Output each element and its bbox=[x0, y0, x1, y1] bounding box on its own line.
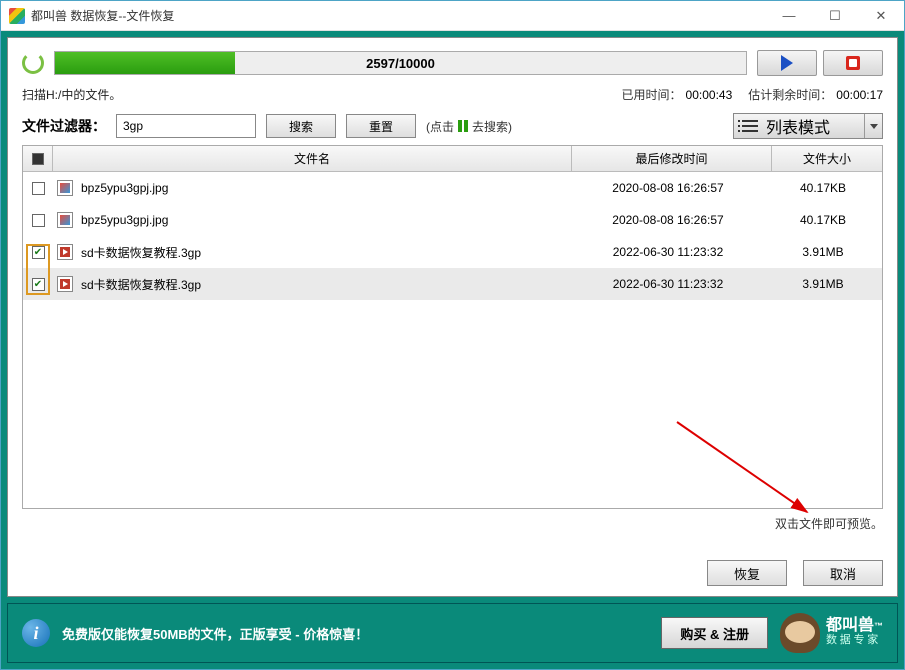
file-date: 2022-06-30 11:23:32 bbox=[568, 245, 768, 259]
reset-button[interactable]: 重置 bbox=[346, 114, 416, 138]
list-icon bbox=[742, 120, 758, 132]
file-name: bpz5ypu3gpj.jpg bbox=[77, 181, 568, 195]
remaining-group: 估计剩余时间： 00:00:17 bbox=[748, 86, 883, 103]
search-hint: (点击 去搜索) bbox=[426, 118, 512, 135]
table-header: 文件名 最后修改时间 文件大小 bbox=[23, 146, 882, 172]
app-icon bbox=[9, 8, 25, 24]
image-file-icon bbox=[57, 180, 73, 196]
table-row[interactable]: sd卡数据恢复教程.3gp2022-06-30 11:23:323.91MB bbox=[23, 268, 882, 300]
main-panel: 2597/10000 扫描H:/中的文件。 已用时间： 00:00:43 估计剩余… bbox=[7, 37, 898, 597]
file-date: 2020-08-08 16:26:57 bbox=[568, 181, 768, 195]
status-row: 扫描H:/中的文件。 已用时间： 00:00:43 估计剩余时间： 00:00:17 bbox=[22, 86, 883, 103]
promo-bar: i 免费版仅能恢复50MB的文件，正版享受 - 价格惊喜！ 购买 & 注册 都叫… bbox=[7, 603, 898, 663]
row-check-cell bbox=[23, 278, 53, 291]
elapsed-group: 已用时间： 00:00:43 bbox=[622, 86, 733, 103]
window-title: 都叫兽 数据恢复--文件恢复 bbox=[31, 7, 766, 24]
file-icon-cell bbox=[53, 244, 77, 260]
elapsed-label: 已用时间： bbox=[622, 88, 682, 102]
row-checkbox[interactable] bbox=[32, 246, 45, 259]
row-checkbox[interactable] bbox=[32, 278, 45, 291]
brand-text: 都叫兽™ 数 据 专 家 bbox=[826, 619, 883, 647]
row-checkbox[interactable] bbox=[32, 214, 45, 227]
dropdown-toggle[interactable] bbox=[864, 114, 882, 138]
info-icon: i bbox=[22, 619, 50, 647]
maximize-button[interactable]: ☐ bbox=[812, 1, 858, 30]
progress-bar: 2597/10000 bbox=[54, 51, 747, 75]
mascot-icon bbox=[780, 613, 820, 653]
scan-controls bbox=[757, 50, 883, 76]
progress-row: 2597/10000 bbox=[22, 50, 883, 76]
image-file-icon bbox=[57, 212, 73, 228]
video-file-icon bbox=[57, 276, 73, 292]
table-body[interactable]: bpz5ypu3gpj.jpg2020-08-08 16:26:5740.17K… bbox=[23, 172, 882, 508]
table-row[interactable]: sd卡数据恢复教程.3gp2022-06-30 11:23:323.91MB bbox=[23, 236, 882, 268]
cancel-button[interactable]: 取消 bbox=[803, 560, 883, 586]
col-modified[interactable]: 最后修改时间 bbox=[572, 146, 772, 171]
filter-label: 文件过滤器： bbox=[22, 116, 106, 136]
file-name: sd卡数据恢复教程.3gp bbox=[77, 244, 568, 261]
file-size: 3.91MB bbox=[768, 245, 878, 259]
progress-fill bbox=[55, 52, 235, 74]
view-mode-label: 列表模式 bbox=[766, 114, 830, 138]
close-button[interactable]: ✕ bbox=[858, 1, 904, 30]
promo-text: 免费版仅能恢复50MB的文件，正版享受 - 价格惊喜！ bbox=[62, 624, 649, 643]
outer-frame: 2597/10000 扫描H:/中的文件。 已用时间： 00:00:43 估计剩余… bbox=[1, 31, 904, 669]
window-controls: — ☐ ✕ bbox=[766, 1, 904, 30]
table-row[interactable]: bpz5ypu3gpj.jpg2020-08-08 16:26:5740.17K… bbox=[23, 172, 882, 204]
file-date: 2022-06-30 11:23:32 bbox=[568, 277, 768, 291]
row-check-cell bbox=[23, 246, 53, 259]
row-check-cell bbox=[23, 214, 53, 227]
stop-icon bbox=[846, 56, 860, 70]
file-icon-cell bbox=[53, 180, 77, 196]
file-name: sd卡数据恢复教程.3gp bbox=[77, 276, 568, 293]
file-size: 40.17KB bbox=[768, 213, 878, 227]
spinner-icon bbox=[22, 52, 44, 74]
view-mode-dropdown[interactable]: 列表模式 bbox=[733, 113, 883, 139]
filter-row: 文件过滤器： 搜索 重置 (点击 去搜索) 列表模式 bbox=[22, 113, 883, 139]
progress-text: 2597/10000 bbox=[366, 56, 435, 71]
pause-icon bbox=[458, 120, 468, 132]
chevron-down-icon bbox=[870, 124, 878, 129]
preview-hint: 双击文件即可预览。 bbox=[22, 515, 883, 532]
remaining-value: 00:00:17 bbox=[836, 88, 883, 102]
col-size[interactable]: 文件大小 bbox=[772, 146, 882, 171]
app-window: 都叫兽 数据恢复--文件恢复 — ☐ ✕ 2597/10000 扫描H:/中的文… bbox=[0, 0, 905, 670]
action-buttons: 恢复 取消 bbox=[22, 560, 883, 586]
file-size: 40.17KB bbox=[768, 181, 878, 195]
video-file-icon bbox=[57, 244, 73, 260]
remaining-label: 估计剩余时间： bbox=[748, 88, 832, 102]
play-icon bbox=[781, 55, 793, 71]
titlebar: 都叫兽 数据恢复--文件恢复 — ☐ ✕ bbox=[1, 1, 904, 31]
table-row[interactable]: bpz5ypu3gpj.jpg2020-08-08 16:26:5740.17K… bbox=[23, 204, 882, 236]
elapsed-value: 00:00:43 bbox=[686, 88, 733, 102]
select-all-checkbox[interactable] bbox=[32, 153, 44, 165]
file-date: 2020-08-08 16:26:57 bbox=[568, 213, 768, 227]
file-name: bpz5ypu3gpj.jpg bbox=[77, 213, 568, 227]
col-filename[interactable]: 文件名 bbox=[53, 146, 572, 171]
search-button[interactable]: 搜索 bbox=[266, 114, 336, 138]
file-table: 文件名 最后修改时间 文件大小 bpz5ypu3gpj.jpg2020-08-0… bbox=[22, 145, 883, 509]
minimize-button[interactable]: — bbox=[766, 1, 812, 30]
filter-input[interactable] bbox=[116, 114, 256, 138]
row-check-cell bbox=[23, 182, 53, 195]
file-icon-cell bbox=[53, 212, 77, 228]
scan-status-text: 扫描H:/中的文件。 bbox=[22, 86, 121, 103]
stop-button[interactable] bbox=[823, 50, 883, 76]
col-check[interactable] bbox=[23, 146, 53, 171]
play-button[interactable] bbox=[757, 50, 817, 76]
file-icon-cell bbox=[53, 276, 77, 292]
row-checkbox[interactable] bbox=[32, 182, 45, 195]
brand-logo: 都叫兽™ 数 据 专 家 bbox=[780, 613, 883, 653]
file-size: 3.91MB bbox=[768, 277, 878, 291]
time-status: 已用时间： 00:00:43 估计剩余时间： 00:00:17 bbox=[622, 86, 883, 103]
buy-register-button[interactable]: 购买 & 注册 bbox=[661, 617, 768, 649]
recover-button[interactable]: 恢复 bbox=[707, 560, 787, 586]
